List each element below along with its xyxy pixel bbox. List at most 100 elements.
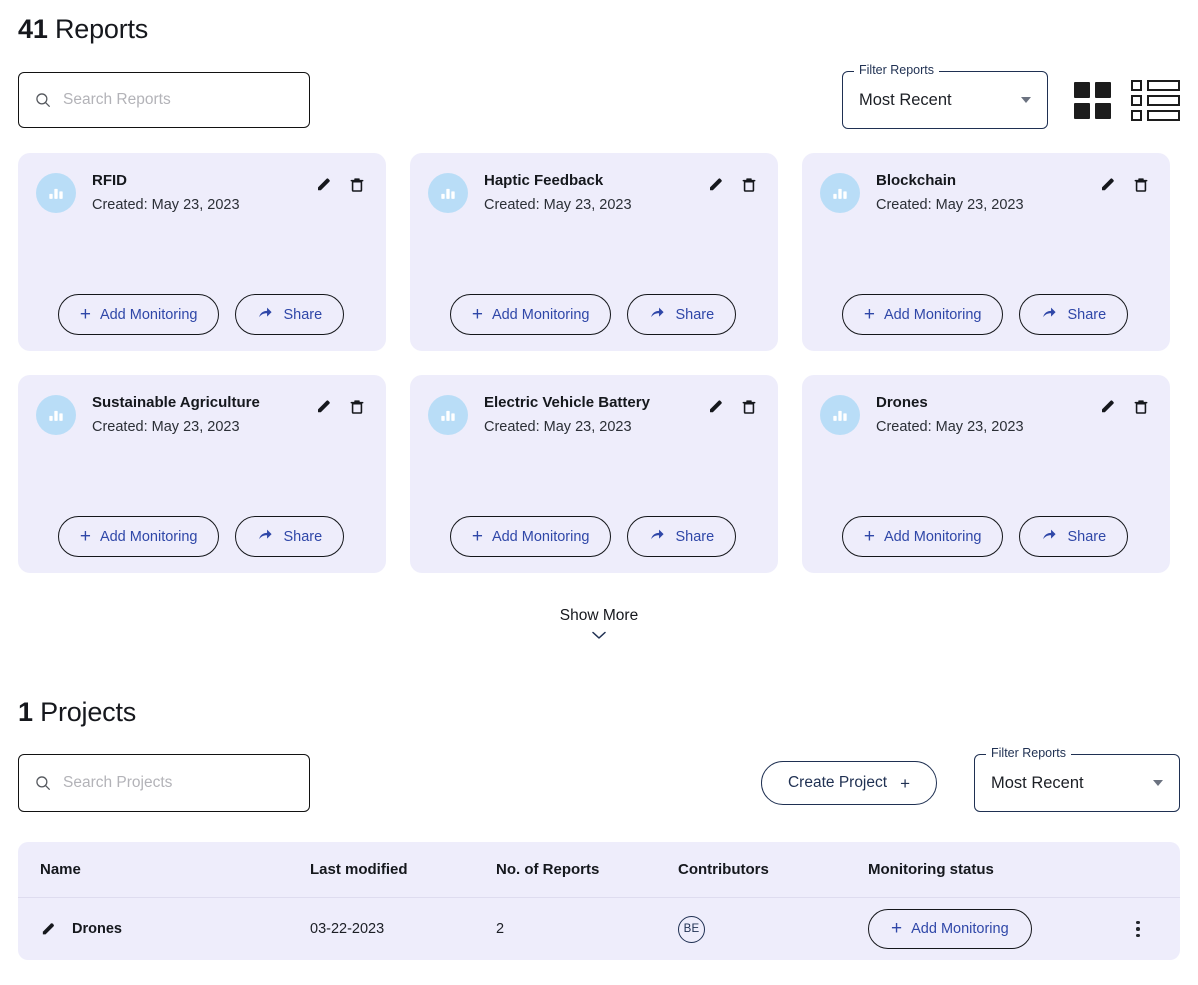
share-arrow-icon xyxy=(649,304,666,325)
add-monitoring-button[interactable]: + Add Monitoring xyxy=(57,516,220,557)
report-card[interactable]: Sustainable Agriculture Created: May 23,… xyxy=(18,375,386,573)
report-card-title: Electric Vehicle Battery xyxy=(484,394,650,411)
add-monitoring-button[interactable]: + Add Monitoring xyxy=(841,294,1004,335)
report-card-created: Created: May 23, 2023 xyxy=(92,418,240,435)
grid-view-button[interactable] xyxy=(1074,81,1111,119)
trash-icon[interactable] xyxy=(1132,176,1150,194)
grid-view-icon xyxy=(1074,81,1111,119)
column-header-last-modified: Last modified xyxy=(310,861,408,878)
table-row[interactable]: Drones 03-22-2023 2 BE + Add Monitoring xyxy=(18,898,1180,960)
report-card-title: Drones xyxy=(876,394,928,411)
add-monitoring-button[interactable]: + Add Monitoring xyxy=(449,294,612,335)
trash-icon[interactable] xyxy=(740,398,758,416)
search-reports-box[interactable] xyxy=(18,72,310,128)
bar-chart-icon xyxy=(428,395,468,435)
kebab-menu-icon[interactable] xyxy=(1136,920,1140,938)
trash-icon[interactable] xyxy=(1132,398,1150,416)
add-monitoring-label: Add Monitoring xyxy=(911,921,1009,937)
report-card-title: Haptic Feedback xyxy=(484,172,604,189)
search-icon xyxy=(33,773,53,793)
bar-chart-icon xyxy=(36,173,76,213)
column-header-monitoring-status: Monitoring status xyxy=(868,861,994,878)
trash-icon[interactable] xyxy=(348,176,366,194)
share-button[interactable]: Share xyxy=(627,294,737,335)
project-contributors-cell: BE xyxy=(678,915,868,943)
project-no-of-reports: 2 xyxy=(496,921,505,937)
pencil-icon[interactable] xyxy=(1099,397,1118,416)
report-card-created: Created: May 23, 2023 xyxy=(876,418,1024,435)
report-card-created: Created: May 23, 2023 xyxy=(484,418,632,435)
search-projects-box[interactable] xyxy=(18,754,310,812)
list-view-button[interactable] xyxy=(1131,79,1180,121)
share-arrow-icon xyxy=(257,304,274,325)
search-projects-input[interactable] xyxy=(63,755,295,811)
report-card-actions xyxy=(707,171,758,194)
report-card[interactable]: RFID Created: May 23, 2023 + Add Monitor… xyxy=(18,153,386,351)
share-button[interactable]: Share xyxy=(627,516,737,557)
share-arrow-icon xyxy=(1041,304,1058,325)
plus-icon: + xyxy=(79,525,91,547)
add-monitoring-label: Add Monitoring xyxy=(99,306,198,323)
share-arrow-icon xyxy=(1041,526,1058,547)
bar-chart-icon xyxy=(820,395,860,435)
report-card-text: Drones Created: May 23, 2023 xyxy=(876,393,1099,437)
bar-chart-icon xyxy=(820,173,860,213)
search-icon xyxy=(33,90,53,110)
share-label: Share xyxy=(283,306,323,323)
pencil-icon[interactable] xyxy=(707,397,726,416)
plus-icon: + xyxy=(891,918,903,939)
report-card-text: RFID Created: May 23, 2023 xyxy=(92,171,315,215)
share-label: Share xyxy=(1067,306,1107,323)
reports-page-title: 41 Reports xyxy=(18,16,1180,43)
report-card-title: RFID xyxy=(92,172,127,189)
report-card-actions xyxy=(1099,393,1150,416)
pencil-icon[interactable] xyxy=(40,920,58,938)
pencil-icon[interactable] xyxy=(707,175,726,194)
report-card-title: Sustainable Agriculture xyxy=(92,394,260,411)
bar-chart-icon xyxy=(428,173,468,213)
report-card[interactable]: Drones Created: May 23, 2023 + Add Monit… xyxy=(802,375,1170,573)
add-monitoring-button[interactable]: + Add Monitoring xyxy=(841,516,1004,557)
projects-section: 1 Projects Create Project + Filter Rep xyxy=(18,699,1180,960)
report-card-buttons: + Add Monitoring Share xyxy=(820,294,1150,335)
report-card-header: RFID Created: May 23, 2023 xyxy=(36,171,366,215)
pencil-icon[interactable] xyxy=(315,175,334,194)
share-button[interactable]: Share xyxy=(1019,294,1129,335)
add-monitoring-label: Add Monitoring xyxy=(883,528,982,545)
add-monitoring-button[interactable]: + Add Monitoring xyxy=(868,909,1032,949)
pencil-icon[interactable] xyxy=(1099,175,1118,194)
share-button[interactable]: Share xyxy=(235,294,345,335)
show-more-button[interactable]: Show More xyxy=(18,607,1180,641)
search-reports-input[interactable] xyxy=(63,73,295,127)
share-button[interactable]: Share xyxy=(235,516,345,557)
filter-reports-select[interactable]: Filter Reports Most Recent xyxy=(842,64,1048,129)
plus-icon: + xyxy=(863,303,875,325)
trash-icon[interactable] xyxy=(740,176,758,194)
share-label: Share xyxy=(675,528,715,545)
report-card[interactable]: Electric Vehicle Battery Created: May 23… xyxy=(410,375,778,573)
add-monitoring-label: Add Monitoring xyxy=(883,306,982,323)
filter-projects-legend: Filter Reports xyxy=(986,747,1072,760)
report-card-created: Created: May 23, 2023 xyxy=(92,196,240,213)
report-card-title: Blockchain xyxy=(876,172,957,189)
pencil-icon[interactable] xyxy=(315,397,334,416)
project-actions-cell xyxy=(1136,920,1180,938)
share-button[interactable]: Share xyxy=(1019,516,1129,557)
show-more-label: Show More xyxy=(559,607,639,624)
filter-projects-select[interactable]: Filter Reports Most Recent xyxy=(974,747,1180,812)
projects-count: 1 xyxy=(18,697,33,727)
create-project-button[interactable]: Create Project + xyxy=(760,761,937,805)
avatar[interactable]: BE xyxy=(678,915,705,943)
report-card-text: Sustainable Agriculture Created: May 23,… xyxy=(92,393,315,437)
add-monitoring-button[interactable]: + Add Monitoring xyxy=(449,516,612,557)
trash-icon[interactable] xyxy=(348,398,366,416)
add-monitoring-button[interactable]: + Add Monitoring xyxy=(57,294,220,335)
projects-title-label: Projects xyxy=(40,697,137,727)
report-card-header: Sustainable Agriculture Created: May 23,… xyxy=(36,393,366,437)
report-card[interactable]: Blockchain Created: May 23, 2023 + Add M… xyxy=(802,153,1170,351)
report-card[interactable]: Haptic Feedback Created: May 23, 2023 + … xyxy=(410,153,778,351)
add-monitoring-label: Add Monitoring xyxy=(491,528,590,545)
project-name: Drones xyxy=(72,921,122,937)
report-card-buttons: + Add Monitoring Share xyxy=(428,294,758,335)
report-card-header: Drones Created: May 23, 2023 xyxy=(820,393,1150,437)
